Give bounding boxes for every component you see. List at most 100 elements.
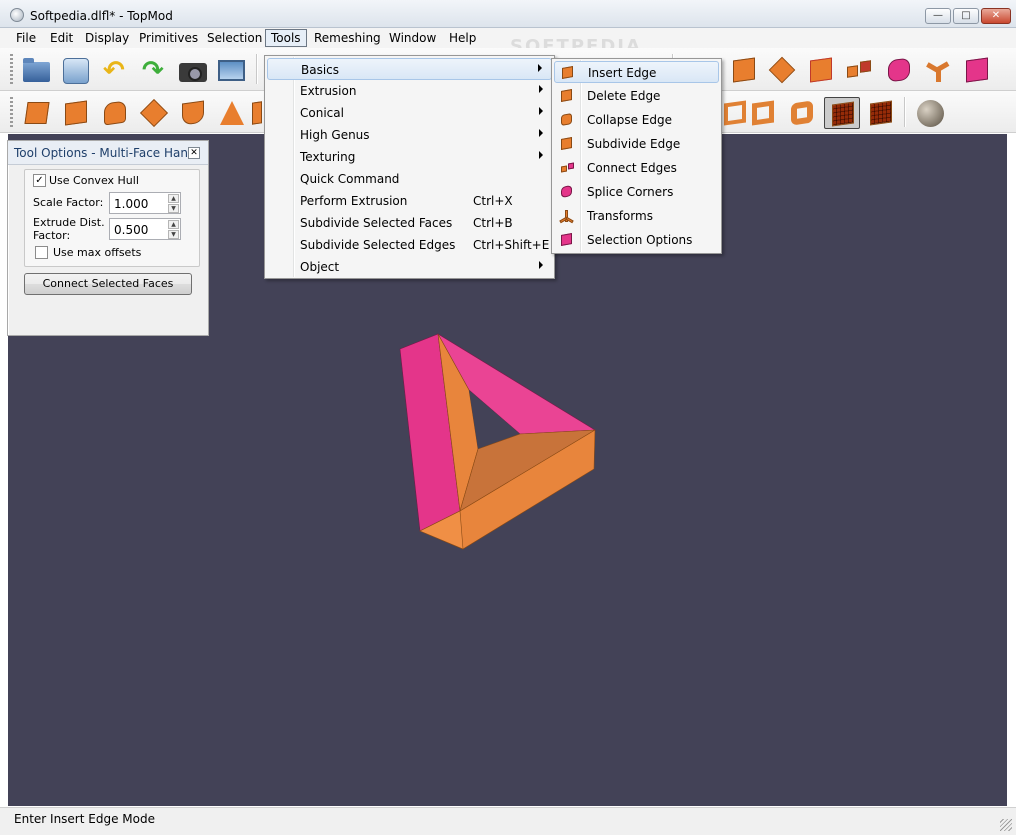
menu-item-delete-edge[interactable]: Delete Edge (554, 85, 719, 107)
menu-item-high-genus[interactable]: High Genus (267, 124, 552, 146)
connect-selected-faces-button[interactable]: Connect Selected Faces (24, 273, 192, 295)
use-max-offsets-checkbox[interactable] (35, 246, 48, 259)
extrude-face-icon[interactable] (59, 97, 91, 129)
menu-tools[interactable]: Tools (265, 29, 307, 47)
grid-cube-icon[interactable] (824, 97, 860, 129)
maximize-button[interactable]: □ (953, 8, 979, 24)
open-folder-icon[interactable] (20, 54, 52, 86)
redo-icon[interactable]: ↷ (137, 54, 169, 86)
dome-extrude-icon[interactable] (98, 97, 130, 129)
menu-item-subdivide-edges[interactable]: Subdivide Selected Edges Ctrl+Shift+E (267, 234, 552, 256)
toolbar-grip[interactable] (10, 97, 13, 127)
menu-file[interactable]: File (11, 29, 41, 47)
camera-icon[interactable] (176, 54, 208, 86)
scale-factor-label: Scale Factor: (33, 196, 104, 209)
use-max-offsets-label: Use max offsets (53, 246, 142, 259)
menu-item-transforms[interactable]: Transforms (554, 205, 719, 227)
toolbar-separator (904, 97, 906, 127)
menu-item-object[interactable]: Object (267, 256, 552, 278)
extrude-cube-icon[interactable] (20, 97, 52, 129)
submenu-arrow-icon (538, 64, 542, 72)
toolbar-grip[interactable] (10, 54, 13, 84)
delete-edge-icon (559, 88, 575, 104)
pyramid-icon[interactable] (215, 97, 247, 129)
spin-up-icon[interactable]: ▲ (168, 194, 179, 203)
menu-item-texturing[interactable]: Texturing (267, 146, 552, 168)
submenu-arrow-icon (539, 107, 543, 115)
menu-item-basics[interactable]: Basics (267, 58, 552, 80)
resize-grip-icon[interactable] (1000, 819, 1012, 831)
menu-item-extrusion[interactable]: Extrusion (267, 80, 552, 102)
screenshot-icon[interactable] (215, 54, 247, 86)
cube-highlight-icon[interactable] (804, 54, 836, 86)
connect-cubes-icon[interactable] (843, 54, 875, 86)
collapse-edge-icon (559, 112, 575, 128)
window-title: Softpedia.dlfl* - TopMod (30, 9, 173, 23)
basics-submenu: Insert Edge Delete Edge Collapse Edge Su… (551, 58, 722, 254)
insert-edge-icon (560, 65, 576, 81)
bevel-icon[interactable] (176, 97, 208, 129)
status-text: Enter Insert Edge Mode (14, 812, 155, 826)
app-icon (10, 8, 24, 22)
dodecahedron-icon[interactable] (882, 54, 914, 86)
use-convex-hull-label: Use Convex Hull (49, 174, 139, 187)
spin-up-icon[interactable]: ▲ (168, 220, 179, 229)
selection-options-icon (559, 232, 575, 248)
scale-factor-spinbox[interactable]: 1.000 ▲ ▼ (109, 192, 181, 214)
menu-item-perform-extrusion[interactable]: Perform Extrusion Ctrl+X (267, 190, 552, 212)
close-icon[interactable]: ✕ (188, 147, 200, 159)
undo-icon[interactable]: ↶ (98, 54, 130, 86)
menu-item-subdivide-edge[interactable]: Subdivide Edge (554, 133, 719, 155)
menu-item-insert-edge[interactable]: Insert Edge (554, 61, 719, 83)
save-icon[interactable] (59, 54, 91, 86)
menu-item-selection-options[interactable]: Selection Options (554, 229, 719, 251)
menu-window[interactable]: Window (384, 29, 441, 47)
minimize-button[interactable]: — (925, 8, 951, 24)
shortcut-label: Ctrl+Shift+E (473, 238, 550, 252)
connect-edges-icon (559, 160, 575, 176)
tool-options-header[interactable]: Tool Options - Multi-Face Han... ✕ (8, 141, 208, 165)
submenu-arrow-icon (539, 151, 543, 159)
toolbar-separator (256, 54, 258, 84)
menu-help[interactable]: Help (444, 29, 481, 47)
submenu-arrow-icon (539, 85, 543, 93)
tools-menu: Basics Extrusion Conical High Genus Text… (264, 55, 555, 279)
window-cube-icon[interactable] (785, 97, 817, 129)
tripod-icon[interactable] (921, 54, 953, 86)
menu-bar: File Edit Display Primitives Selection T… (0, 28, 1016, 48)
subdivided-cube-icon[interactable] (864, 97, 896, 129)
cut-cube-icon[interactable] (765, 54, 797, 86)
submenu-arrow-icon (539, 261, 543, 269)
extrude-factor-label: Factor: (33, 229, 71, 242)
tool-options-panel: Tool Options - Multi-Face Han... ✕ ✓ Use… (7, 140, 209, 336)
menu-primitives[interactable]: Primitives (134, 29, 203, 47)
menu-item-splice-corners[interactable]: Splice Corners (554, 181, 719, 203)
menu-item-quick-command[interactable]: Quick Command (267, 168, 552, 190)
menu-selection[interactable]: Selection (202, 29, 267, 47)
extrude-dist-label: Extrude Dist. (33, 216, 105, 229)
extrude-dist-spinbox[interactable]: 0.500 ▲ ▼ (109, 218, 181, 240)
menu-display[interactable]: Display (80, 29, 134, 47)
scale-factor-value: 1.000 (114, 197, 149, 211)
shortcut-label: Ctrl+X (473, 194, 513, 208)
menu-edit[interactable]: Edit (45, 29, 78, 47)
use-convex-hull-checkbox[interactable]: ✓ (33, 174, 46, 187)
partial-tool-icon[interactable] (246, 97, 264, 129)
menu-item-collapse-edge[interactable]: Collapse Edge (554, 109, 719, 131)
texture-sphere-icon[interactable] (914, 97, 946, 129)
cube-icon[interactable] (727, 54, 759, 86)
menu-remeshing[interactable]: Remeshing (309, 29, 386, 47)
menu-item-subdivide-faces[interactable]: Subdivide Selected Faces Ctrl+B (267, 212, 552, 234)
transforms-icon (559, 208, 575, 224)
hollow-cube-icon[interactable] (746, 97, 778, 129)
stellate-icon[interactable] (137, 97, 169, 129)
menu-item-conical[interactable]: Conical (267, 102, 552, 124)
subdivide-edge-icon (559, 136, 575, 152)
submenu-arrow-icon (539, 129, 543, 137)
spin-down-icon[interactable]: ▼ (168, 230, 179, 239)
extrude-dist-value: 0.500 (114, 223, 149, 237)
menu-item-connect-edges[interactable]: Connect Edges (554, 157, 719, 179)
settings-cube-icon[interactable] (960, 54, 992, 86)
spin-down-icon[interactable]: ▼ (168, 204, 179, 213)
close-button[interactable]: ✕ (981, 8, 1011, 24)
